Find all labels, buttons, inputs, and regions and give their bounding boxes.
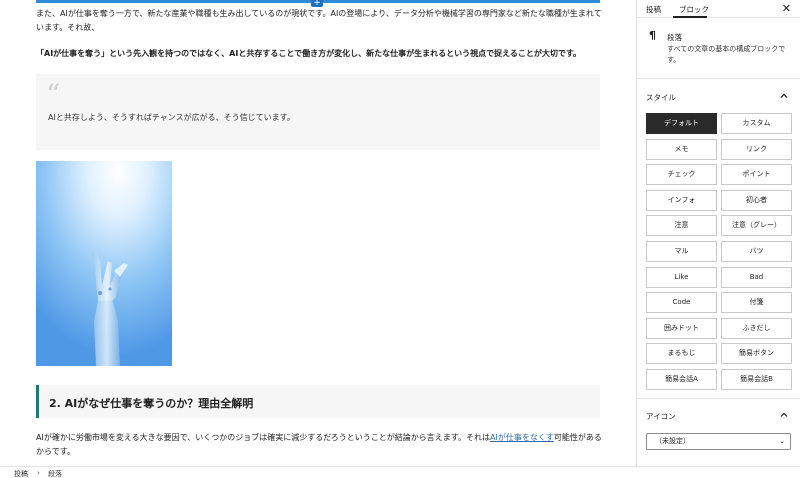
style-button[interactable]: デフォルト [646,113,717,134]
block-description: すべての文章の基本の構成ブロックです。 [667,45,786,64]
heading-block[interactable]: 2. AIがなぜ仕事を奪うのか？理由全解明 [36,385,600,418]
paragraph-icon: ¶ [649,29,656,42]
style-button[interactable]: Bad [721,266,792,288]
style-button[interactable]: メモ [646,138,717,160]
style-button[interactable]: 初心者 [721,189,792,211]
style-button[interactable]: カスタム [721,113,792,134]
style-button[interactable]: 付箋 [721,292,792,314]
icon-select[interactable]: （未設定） ⌄ [646,433,791,450]
inline-link[interactable]: AIが仕事をなくす [490,433,554,442]
active-tab-indicator [673,16,707,18]
style-button[interactable]: Like [646,266,717,288]
chevron-up-icon [779,91,789,101]
editor-canvas[interactable]: + また、AIが仕事を奪う一方で、新たな産業や職種も生み出しているのが現状です。… [0,0,636,466]
style-button[interactable]: まるもじ [646,343,717,365]
style-button[interactable]: ポイント [721,164,792,186]
icon-panel-toggle[interactable]: アイコン [637,406,800,426]
style-button[interactable]: リンク [721,138,792,160]
style-button[interactable]: マル [646,241,717,262]
robot-hand-image [36,161,172,366]
chevron-down-icon: ⌄ [779,437,785,445]
breadcrumb-separator: › [37,469,40,477]
close-icon[interactable]: ✕ [782,2,791,15]
style-panel-title: スタイル [646,93,676,102]
tab-block[interactable]: ブロック [679,4,709,15]
style-button[interactable]: 簡易会話A [646,369,717,390]
paragraph-block-bold[interactable]: 「AIが仕事を奪う」という先入観を持つのではなく、AIと共存することで働き方が変… [36,47,602,61]
sidebar-tabs: 投稿 ブロック ✕ [637,0,800,18]
breadcrumb-root[interactable]: 投稿 [14,469,28,478]
block-inserter-button[interactable]: + [311,0,323,8]
breadcrumb-current[interactable]: 段落 [48,469,62,478]
style-button[interactable]: チェック [646,164,717,186]
quote-block[interactable]: “ AIと共存しよう、そうすればチャンスが広がる、そう信じています。 [36,74,600,150]
block-title: 段落 [667,33,682,42]
style-button[interactable]: 簡易ボタン [721,343,792,365]
style-button[interactable]: ふきだし [721,317,792,339]
quote-icon: “ [46,78,61,111]
style-panel-toggle[interactable]: スタイル [637,87,800,107]
style-button[interactable]: Code [646,292,717,314]
block-card: ¶ 段落 すべての文章の基本の構成ブロックです。 [637,19,800,79]
chevron-up-icon [779,410,789,420]
block-breadcrumb: 投稿 › 段落 [0,466,800,478]
icon-panel-title: アイコン [646,412,676,421]
style-button[interactable]: 囲みドット [646,317,717,339]
paragraph-block[interactable]: また、AIが仕事を奪う一方で、新たな産業や職種も生み出しているのが現状です。AI… [36,7,602,35]
image-block-robot-hand[interactable] [36,161,172,366]
icon-select-value: （未設定） [655,437,690,445]
paragraph-block[interactable]: AIが確かに労働市場を変える大きな要因で、いくつかのジョブは確実に減少するだろう… [36,431,602,459]
style-button[interactable]: バツ [721,241,792,262]
style-button[interactable]: 注意（グレー） [721,215,792,237]
tab-post[interactable]: 投稿 [646,4,661,15]
style-button[interactable]: 注意 [646,215,717,237]
paragraph-text: AIが確かに労働市場を変える大きな要因で、いくつかのジョブは確実に減少するだろう… [36,433,490,442]
settings-sidebar: 投稿 ブロック ✕ ¶ 段落 すべての文章の基本の構成ブロックです。 スタイル … [636,0,800,466]
panel-divider [637,398,800,399]
heading-text: 2. AIがなぜ仕事を奪うのか？理由全解明 [49,397,254,410]
quote-text: AIと共存しよう、そうすればチャンスが広がる、そう信じています。 [48,113,295,122]
style-button[interactable]: インフォ [646,189,717,211]
style-button[interactable]: 簡易会話B [721,369,792,390]
